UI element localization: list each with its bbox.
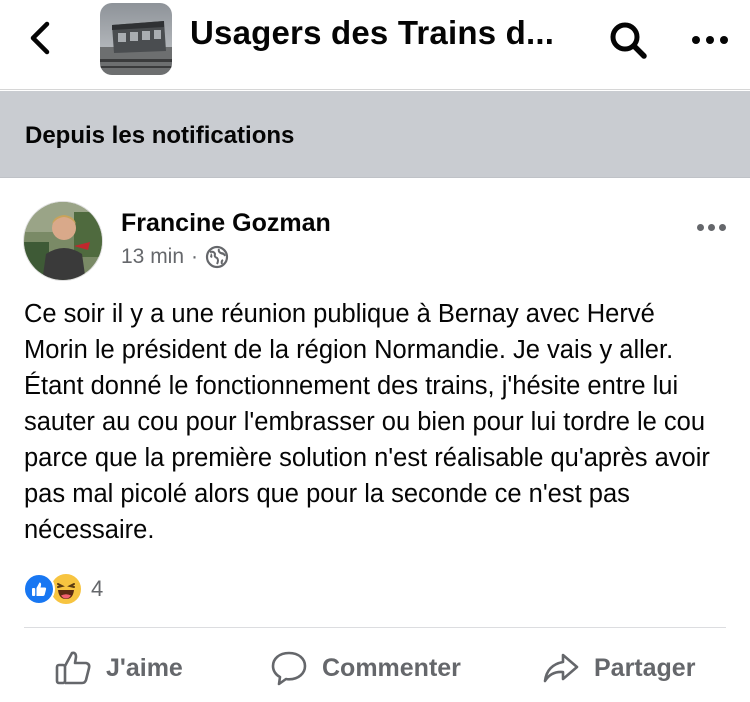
train-image [100,3,172,75]
post-timestamp[interactable]: 13 min [121,245,184,269]
more-dot [720,36,728,44]
like-button[interactable]: J'aime [54,646,183,690]
more-options-button[interactable] [684,20,736,60]
thumbs-up-icon [32,582,47,596]
avatar-image [24,202,102,280]
action-divider [24,627,726,628]
more-dot [707,223,715,231]
thumbs-up-icon [55,651,91,685]
reactions-summary[interactable]: 4 [23,572,103,606]
globe-icon [205,245,229,269]
search-icon [610,22,647,59]
notification-banner-label: Depuis les notifications [25,122,295,149]
notification-banner: Depuis les notifications [0,91,750,178]
search-button[interactable] [604,16,652,64]
post-options-button[interactable] [688,214,734,240]
share-button[interactable]: Partager [542,646,695,690]
top-nav-bar: Usagers des Trains d... [0,0,750,90]
chevron-left-icon [30,21,50,55]
group-cover-thumbnail[interactable] [100,3,172,75]
comment-button-label: Commenter [322,653,461,682]
like-reaction-icon [23,573,55,605]
author-avatar[interactable] [23,201,103,281]
more-dot [706,36,714,44]
back-button[interactable] [18,16,62,60]
laughing-face-icon [57,583,75,599]
comment-button[interactable]: Commenter [270,646,461,690]
post-author-name[interactable]: Francine Gozman [121,209,331,238]
more-horizontal-icon [692,36,700,44]
more-dot [718,223,726,231]
like-button-label: J'aime [106,653,183,682]
share-button-label: Partager [594,653,696,682]
post-meta: 13 min · [121,245,229,269]
meta-separator: · [191,245,199,268]
reaction-count: 4 [91,576,104,601]
comment-icon [271,651,307,686]
more-horizontal-icon [696,223,704,231]
post-text: Ce soir il y a une réunion publique à Be… [24,300,710,544]
share-icon [543,653,579,683]
group-title[interactable]: Usagers des Trains d... [190,14,554,52]
